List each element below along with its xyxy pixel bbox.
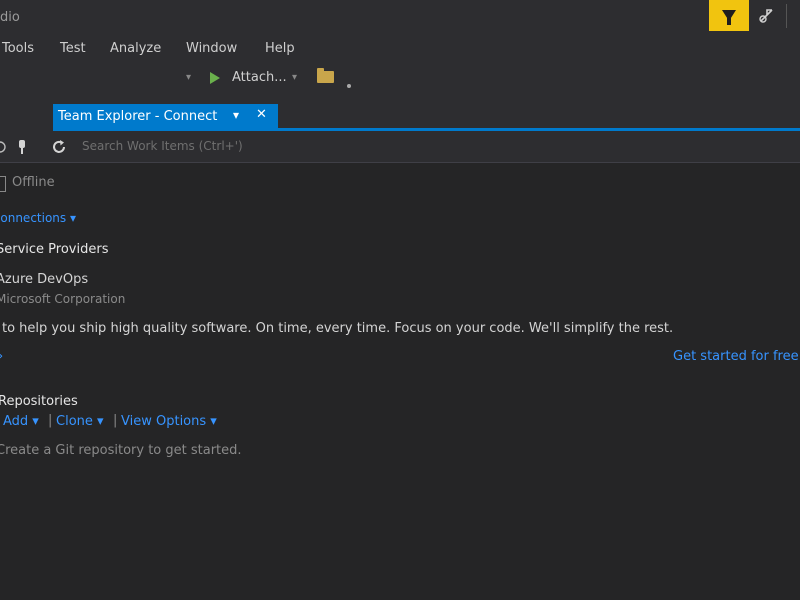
provider-description: to help you ship high quality software. … — [2, 321, 674, 336]
filter-icon — [722, 10, 736, 25]
plug-icon[interactable] — [16, 138, 28, 156]
window-control-edge[interactable] — [786, 4, 800, 28]
clone-repository-link[interactable]: Clone ▾ — [56, 414, 104, 429]
provider-company: Microsoft Corporation — [0, 292, 126, 306]
attach-button[interactable]: Attach... — [232, 70, 287, 85]
offline-status-icon — [0, 176, 6, 192]
menu-tools[interactable]: Tools — [2, 41, 34, 56]
action-separator: | — [113, 413, 118, 428]
window-title: dio — [0, 10, 20, 25]
attach-dropdown-chevron-icon[interactable]: ▾ — [292, 72, 297, 83]
tab-dropdown-icon[interactable]: ▾ — [233, 108, 239, 122]
menu-bar: Tools Test Analyze Window Help — [0, 36, 800, 62]
tab-label: Team Explorer - Connect — [58, 109, 218, 124]
provider-name: Azure DevOps — [0, 272, 89, 287]
menu-test[interactable]: Test — [60, 41, 86, 56]
action-separator: | — [48, 413, 53, 428]
search-work-items-input[interactable] — [78, 136, 346, 156]
toolbar-dropdown-chevron-icon[interactable]: ▾ — [186, 72, 191, 83]
back-icon[interactable] — [0, 138, 8, 156]
folder-icon[interactable] — [317, 68, 334, 83]
menu-analyze[interactable]: Analyze — [110, 41, 161, 56]
manage-connections-link[interactable]: Connections ▾ — [0, 211, 76, 225]
view-options-link[interactable]: View Options ▾ — [121, 414, 217, 429]
tab-close-icon[interactable]: ✕ — [256, 107, 267, 122]
live-share-button[interactable] — [755, 4, 779, 28]
tab-underline — [53, 128, 800, 131]
menu-help[interactable]: Help — [265, 41, 295, 56]
tab-team-explorer-connect[interactable]: Team Explorer - Connect ▾ ✕ — [53, 104, 278, 130]
filter-button[interactable] — [709, 0, 749, 31]
provider-bullet-link[interactable]: › — [0, 349, 3, 364]
get-started-link[interactable]: Get started for free — [673, 349, 799, 364]
play-icon[interactable] — [210, 72, 220, 84]
visual-studio-window: dio Tools Test Analyze Window Help ▾ Att… — [0, 0, 800, 600]
status-text: Offline — [12, 175, 55, 190]
main-toolbar: ▾ Attach... ▾ — [0, 62, 800, 98]
git-hint-text: Create a Git repository to get started. — [0, 443, 242, 458]
live-share-icon — [759, 9, 773, 23]
toolbar-overflow-icon[interactable] — [347, 84, 351, 88]
refresh-icon[interactable] — [50, 138, 68, 156]
menu-window[interactable]: Window — [186, 41, 237, 56]
repositories-heading: Repositories — [0, 394, 78, 409]
title-bar: dio — [0, 0, 800, 36]
service-providers-heading: Service Providers — [0, 242, 109, 257]
add-repository-link[interactable]: Add ▾ — [3, 414, 39, 429]
